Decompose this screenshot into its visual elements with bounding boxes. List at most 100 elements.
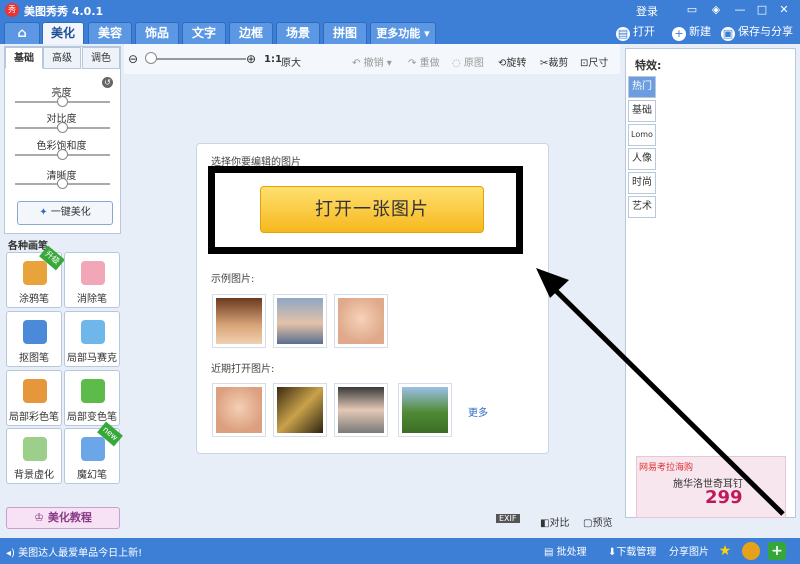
login-link[interactable]: 登录 xyxy=(636,3,658,19)
title-bar: 秀 美图秀秀 4.0.1 登录 ▭ ◈ — □ ✕ xyxy=(0,0,800,20)
batch-label: 批处理 xyxy=(556,547,587,558)
doodle-brush[interactable]: 升级 涂鸦笔 xyxy=(6,245,65,308)
effect-tab-hot[interactable]: 热门 xyxy=(628,76,656,98)
zoom-in-icon[interactable]: ⊕ xyxy=(246,52,256,66)
zoom-slider-knob[interactable] xyxy=(145,52,157,64)
tab-scene[interactable]: 场景 xyxy=(276,22,320,44)
close-icon[interactable]: ✕ xyxy=(776,2,792,18)
sample-image-3[interactable] xyxy=(334,294,388,348)
more-link[interactable]: 更多 xyxy=(468,404,488,419)
zoom-ratio[interactable]: 1:1 xyxy=(264,54,282,65)
sample-image-1[interactable] xyxy=(212,294,266,348)
recent-photo xyxy=(216,387,262,433)
sample-photo xyxy=(338,298,384,344)
beautify-tutorial-button[interactable]: ♔ 美化教程 xyxy=(6,507,120,529)
recent-image-1[interactable] xyxy=(212,383,266,437)
open-button[interactable]: ▤ 打开 xyxy=(616,24,655,41)
contrast-knob[interactable] xyxy=(57,122,68,133)
local-recolor-brush[interactable]: 局部变色笔 xyxy=(64,370,120,426)
brush-label: 局部变色笔 xyxy=(67,412,117,423)
recent-image-4[interactable] xyxy=(398,383,452,437)
sample-image-2[interactable] xyxy=(273,294,327,348)
ad-brand: 网易考拉海购 xyxy=(639,463,694,473)
home-tab[interactable]: ⌂ xyxy=(4,22,40,44)
add-icon[interactable]: + xyxy=(768,542,786,560)
open-file-icon: ▤ xyxy=(616,27,630,41)
ad-banner[interactable]: 网易考拉海购 施华洛世奇耳钉 299 xyxy=(636,456,786,518)
effect-tab-art[interactable]: 艺术 xyxy=(628,196,656,218)
doodle-brush-icon xyxy=(23,261,47,285)
effect-tab-basic[interactable]: 基础 xyxy=(628,100,656,122)
sample-images-label: 示例图片: xyxy=(211,274,255,285)
exif-button[interactable]: EXIF xyxy=(496,514,520,523)
redo-label: 重做 xyxy=(419,58,440,69)
save-share-button[interactable]: ▣ 保存与分享 xyxy=(721,24,793,41)
tab-text[interactable]: 文字 xyxy=(182,22,226,44)
brush-label: 魔幻笔 xyxy=(77,470,107,481)
preview-button[interactable]: ▢预览 xyxy=(583,514,612,529)
crop-button[interactable]: ✂裁剪 xyxy=(540,54,568,69)
tab-color[interactable]: 调色 xyxy=(82,47,120,69)
compare-label: 对比 xyxy=(549,518,570,529)
tab-frame[interactable]: 边框 xyxy=(229,22,273,44)
plus-icon: + xyxy=(672,27,686,41)
status-message-text: 美图达人最爱单品今日上新! xyxy=(18,548,143,559)
minimize-icon[interactable]: — xyxy=(732,2,748,18)
size-button[interactable]: ⊡尺寸 xyxy=(580,54,608,69)
effect-tab-lomo[interactable]: Lomo xyxy=(628,124,656,146)
share-image-button[interactable]: 分享图片 xyxy=(669,543,709,558)
local-color-brush[interactable]: 局部彩色笔 xyxy=(6,370,62,426)
chevron-down-icon: ▾ xyxy=(424,27,430,40)
eraser-icon xyxy=(81,261,105,285)
tab-beautify[interactable]: 美化 xyxy=(42,22,84,44)
new-button[interactable]: + 新建 xyxy=(672,24,711,41)
original-size-button[interactable]: 原大 xyxy=(281,54,301,69)
tab-accessories[interactable]: 饰品 xyxy=(135,22,179,44)
sample-photo xyxy=(277,298,323,344)
background-blur-brush[interactable]: 背景虚化 xyxy=(6,428,62,484)
brightness-knob[interactable] xyxy=(57,96,68,107)
tab-more[interactable]: 更多功能 ▾ xyxy=(370,22,436,44)
adjust-panel: 基础 高级 调色 ↺ 亮度 对比度 色彩饱和度 清晰度 ✦ 一键美化 xyxy=(4,46,121,234)
eraser-brush[interactable]: 消除笔 xyxy=(64,252,120,308)
magic-brush[interactable]: new 魔幻笔 xyxy=(64,421,123,484)
zoom-out-icon[interactable]: ⊖ xyxy=(128,52,138,66)
maximize-icon[interactable]: □ xyxy=(754,2,770,18)
feedback-icon[interactable]: ▭ xyxy=(684,2,700,18)
weibo-icon[interactable] xyxy=(742,542,760,560)
tutorial-icon: ♔ xyxy=(34,511,45,524)
tab-collage[interactable]: 拼图 xyxy=(323,22,367,44)
zoom-slider-track[interactable] xyxy=(146,58,246,60)
open-image-button[interactable]: 打开一张图片 xyxy=(260,186,484,233)
effect-tab-fashion[interactable]: 时尚 xyxy=(628,172,656,194)
one-click-beautify-button[interactable]: ✦ 一键美化 xyxy=(17,201,113,225)
compare-button[interactable]: ◧对比 xyxy=(540,514,569,529)
recent-photo xyxy=(277,387,323,433)
tab-basic[interactable]: 基础 xyxy=(5,47,43,69)
recent-image-2[interactable] xyxy=(273,383,327,437)
rotate-button[interactable]: ⟲旋转 xyxy=(498,54,526,69)
mosaic-brush[interactable]: 局部马赛克 xyxy=(64,311,120,367)
download-manager-button[interactable]: ⬇下载管理 xyxy=(608,543,656,558)
cutout-brush[interactable]: 抠图笔 xyxy=(6,311,62,367)
paint-brush-icon xyxy=(23,379,47,403)
sharpness-knob[interactable] xyxy=(57,178,68,189)
saturation-knob[interactable] xyxy=(57,149,68,160)
redo-button[interactable]: ↷ 重做 xyxy=(408,54,440,69)
magic-wand-icon: ✦ xyxy=(39,207,48,218)
open-label: 打开 xyxy=(633,25,655,38)
app-title: 美图秀秀 4.0.1 xyxy=(24,5,104,18)
tab-advanced[interactable]: 高级 xyxy=(43,47,81,69)
skin-icon[interactable]: ◈ xyxy=(708,2,724,18)
star-icon[interactable]: ★ xyxy=(716,542,734,560)
effect-tab-portrait[interactable]: 人像 xyxy=(628,148,656,170)
paint-bucket-icon xyxy=(81,379,105,403)
status-message[interactable]: ◂) 美图达人最爱单品今日上新! xyxy=(6,544,142,559)
recent-image-3[interactable] xyxy=(334,383,388,437)
brush-label: 消除笔 xyxy=(77,294,107,305)
tab-beauty[interactable]: 美容 xyxy=(88,22,132,44)
batch-icon: ▤ xyxy=(544,547,554,558)
batch-button[interactable]: ▤ 批处理 xyxy=(544,543,587,558)
undo-button[interactable]: ↶ 撤销 ▾ xyxy=(352,54,392,69)
original-image-button[interactable]: ◌ 原图 xyxy=(452,54,484,69)
